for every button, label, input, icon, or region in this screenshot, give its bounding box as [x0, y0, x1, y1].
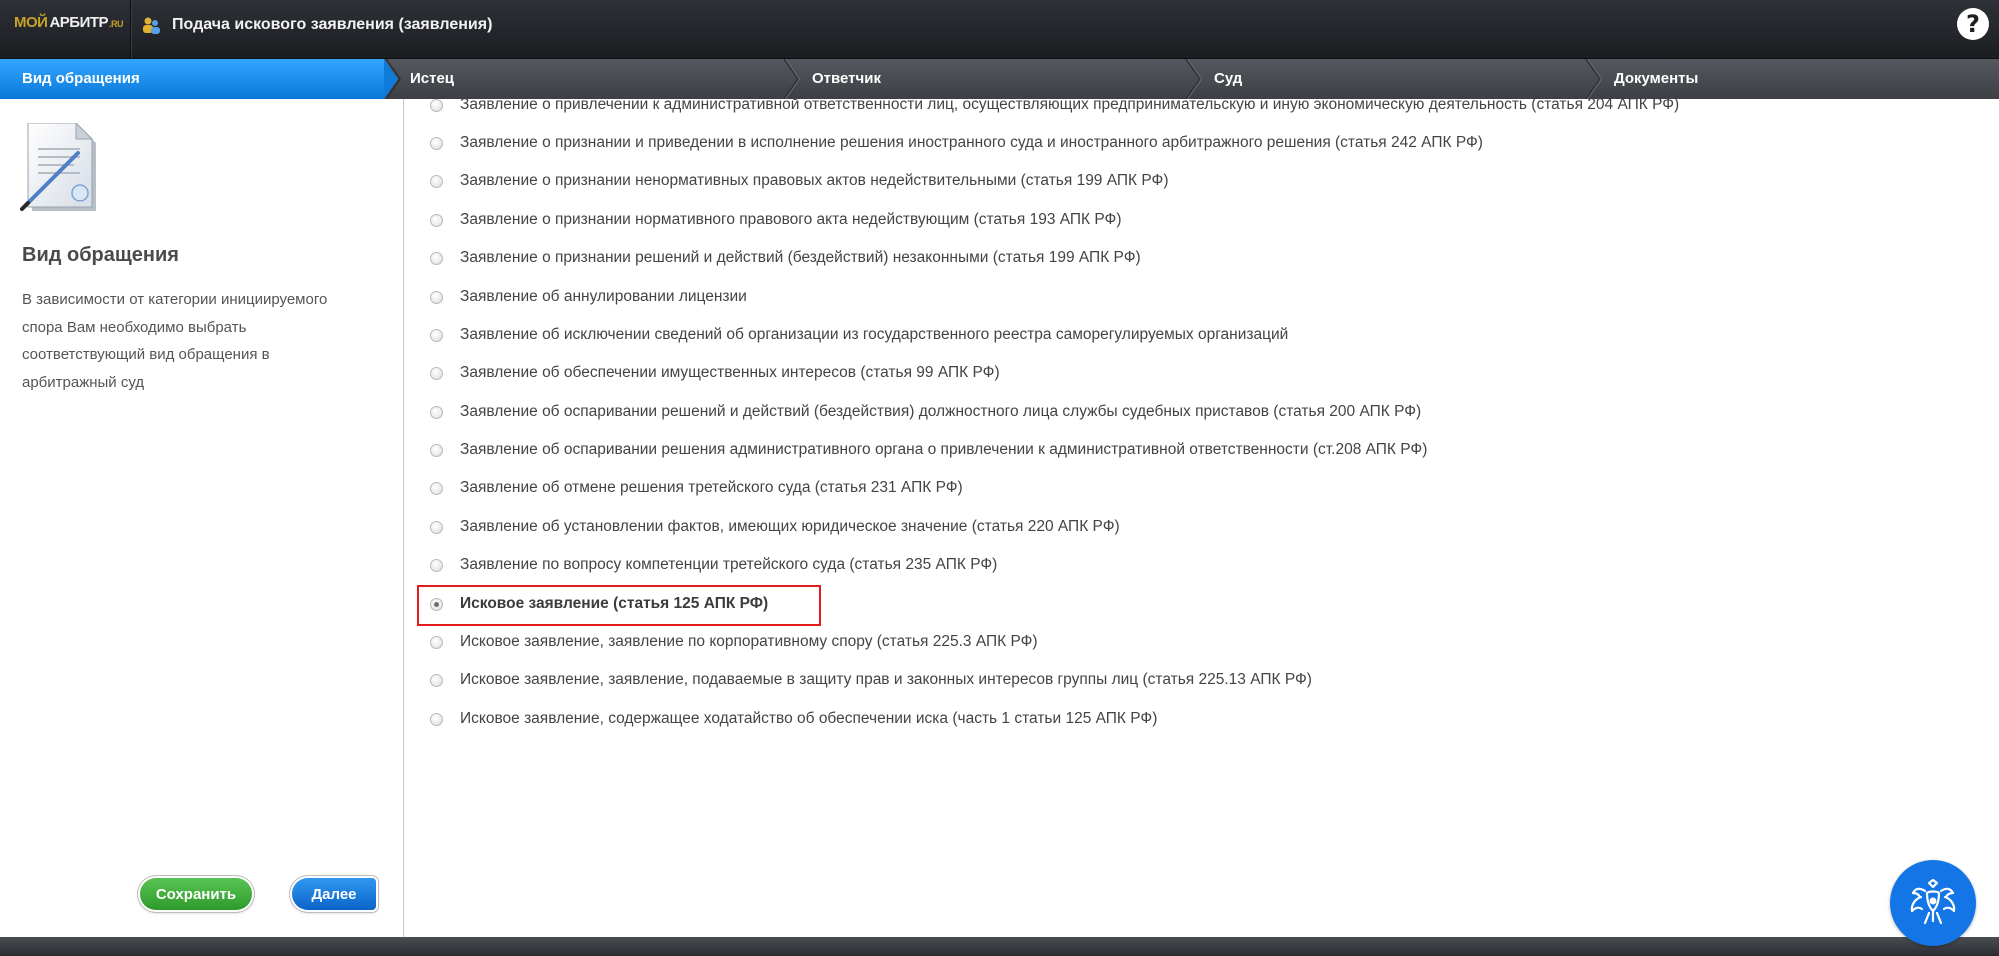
option-label: Исковое заявление, содержащее ходатайств…	[460, 710, 1158, 727]
step-label: Вид обращения	[22, 70, 140, 87]
page-title: Подача искового заявления (заявления)	[172, 16, 493, 33]
option-foreign-court-decision[interactable]: Заявление о признании и приведении в исп…	[430, 131, 1483, 155]
radio-button[interactable]	[430, 174, 443, 188]
option-license-annulment[interactable]: Заявление об аннулировании лицензии	[430, 285, 747, 309]
option-label: Заявление об обеспечении имущественных и…	[460, 364, 1000, 381]
radio-button[interactable]	[430, 99, 443, 112]
step-label: Истец	[410, 70, 455, 87]
step-separator	[1185, 59, 1203, 99]
option-label: Заявление о признании нормативного право…	[460, 211, 1122, 228]
double-headed-eagle-icon	[1910, 878, 1956, 925]
option-corporate-dispute[interactable]: Исковое заявление, заявление по корпорат…	[430, 630, 1038, 654]
option-label: Исковое заявление, заявление по корпорат…	[460, 633, 1038, 650]
radio-button[interactable]	[430, 328, 443, 342]
save-button[interactable]: Сохранить	[140, 878, 252, 910]
coat-of-arms-button[interactable]	[1890, 860, 1976, 946]
option-group-of-persons[interactable]: Исковое заявление, заявление, подаваемые…	[430, 668, 1312, 692]
option-label: Заявление о признании и приведении в исп…	[460, 134, 1483, 151]
left-info-panel: Вид обращения В зависимости от категории…	[0, 99, 404, 937]
option-arbitration-competence[interactable]: Заявление по вопросу компетенции третейс…	[430, 553, 997, 577]
logo-part-1: МОЙ	[14, 14, 48, 31]
step-separator	[384, 59, 401, 99]
selection-highlight-box	[417, 585, 821, 626]
top-bar: МОЙ АРБИТР .RU Подача искового заявления…	[0, 0, 1999, 59]
radio-button[interactable]	[430, 443, 443, 457]
bottom-bar	[0, 937, 1999, 956]
option-label: Заявление о признании ненормативных прав…	[460, 172, 1169, 189]
radio-button[interactable]	[430, 558, 443, 572]
option-admin-liability[interactable]: Заявление о привлечении к административн…	[430, 99, 1679, 117]
radio-button[interactable]	[430, 366, 443, 380]
option-non-normative-acts[interactable]: Заявление о признании ненормативных прав…	[430, 169, 1169, 193]
option-label: Заявление об отмене решения третейского …	[460, 479, 963, 496]
radio-button[interactable]	[430, 481, 443, 495]
step-separator	[1585, 59, 1603, 99]
document-icon	[20, 123, 96, 211]
step-plaintiff[interactable]: Истец	[402, 59, 782, 99]
step-label: Ответчик	[812, 70, 881, 87]
option-label: Заявление об оспаривании решений и дейст…	[460, 403, 1422, 420]
step-documents[interactable]: Документы	[1604, 59, 1999, 99]
step-defendant[interactable]: Ответчик	[802, 59, 1182, 99]
header-divider	[130, 0, 131, 58]
step-label: Суд	[1214, 70, 1243, 87]
moy-arbitr-logo[interactable]: МОЙ АРБИТР .RU	[14, 14, 124, 38]
option-claim-security[interactable]: Исковое заявление, содержащее ходатайств…	[430, 707, 1157, 731]
radio-button[interactable]	[430, 290, 443, 304]
option-decisions-unlawful[interactable]: Заявление о признании решений и действий…	[430, 246, 1141, 270]
logo-part-3: .RU	[109, 19, 124, 29]
radio-button[interactable]	[430, 635, 443, 649]
option-label: Заявление о признании решений и действий…	[460, 249, 1141, 266]
option-label: Заявление по вопросу компетенции третейс…	[460, 556, 998, 573]
option-bailiff-actions[interactable]: Заявление об оспаривании решений и дейст…	[430, 400, 1421, 424]
logo-part-2: АРБИТР	[49, 14, 109, 31]
option-legal-facts[interactable]: Заявление об установлении фактов, имеющи…	[430, 515, 1120, 539]
radio-button[interactable]	[430, 405, 443, 419]
request-type-list: Заявление о привлечении к административн…	[404, 99, 1999, 937]
help-button[interactable]: ?	[1957, 8, 1989, 40]
radio-button[interactable]	[430, 213, 443, 227]
step-court[interactable]: Суд	[1204, 59, 1584, 99]
option-label: Заявление об оспаривании решения админис…	[460, 441, 1428, 458]
option-property-interests[interactable]: Заявление об обеспечении имущественных и…	[430, 361, 1000, 385]
option-admin-body-decision[interactable]: Заявление об оспаривании решения админис…	[430, 438, 1427, 462]
step-request-type[interactable]: Вид обращения	[0, 59, 384, 99]
radio-button[interactable]	[430, 673, 443, 687]
wizard-steps: Вид обращения Истец Ответчик Суд Докумен…	[0, 59, 1999, 99]
option-sro-registry[interactable]: Заявление об исключении сведений об орга…	[430, 323, 1288, 347]
panel-title: Вид обращения	[22, 244, 179, 266]
option-label: Заявление об исключении сведений об орга…	[460, 326, 1289, 343]
radio-button[interactable]	[430, 520, 443, 534]
option-arbitration-cancel[interactable]: Заявление об отмене решения третейского …	[430, 476, 963, 500]
step-label: Документы	[1614, 70, 1699, 87]
radio-button[interactable]	[430, 136, 443, 150]
claim-users-icon	[143, 17, 160, 34]
next-button[interactable]: Далее	[292, 878, 376, 910]
radio-button[interactable]	[430, 251, 443, 265]
option-label: Исковое заявление, заявление, подаваемые…	[460, 671, 1312, 688]
panel-description: В зависимости от категории инициируемого…	[22, 291, 328, 391]
option-label: Заявление об аннулировании лицензии	[460, 288, 747, 305]
option-label: Заявление о привлечении к административн…	[460, 99, 1680, 113]
option-label: Заявление об установлении фактов, имеющи…	[460, 518, 1120, 535]
step-separator	[783, 59, 801, 99]
radio-button[interactable]	[430, 712, 443, 726]
option-normative-act[interactable]: Заявление о признании нормативного право…	[430, 208, 1122, 232]
